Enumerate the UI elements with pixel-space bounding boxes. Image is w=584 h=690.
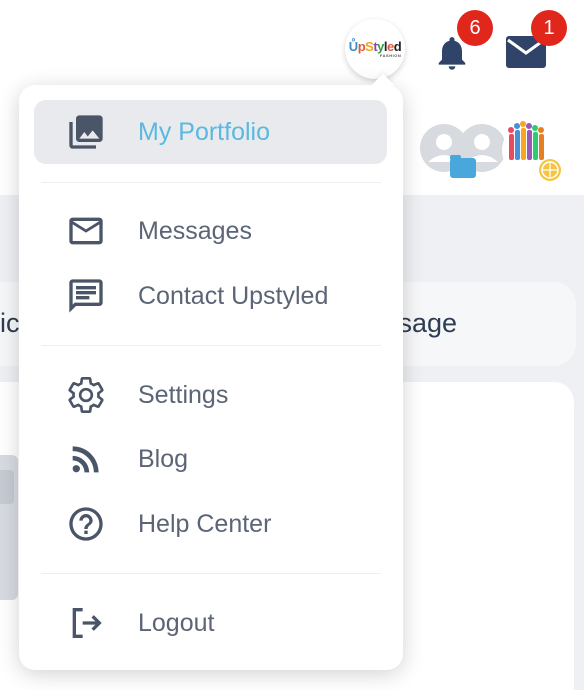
user-dropdown-menu: My Portfolio Messages Contact Upstyled S…: [19, 85, 403, 670]
background-text-fragment-left: ic: [0, 308, 20, 338]
brand-logo[interactable]: ŮpStyled FASHION: [345, 19, 405, 79]
help-circle-icon: [66, 504, 106, 544]
menu-divider: [41, 182, 381, 183]
rss-icon: [66, 439, 106, 479]
menu-item-messages[interactable]: Messages: [34, 199, 387, 263]
menu-divider: [41, 573, 381, 574]
notifications-badge: 6: [457, 10, 493, 46]
group-avatars[interactable]: [410, 118, 570, 184]
menu-item-my-portfolio[interactable]: My Portfolio: [34, 100, 387, 164]
logout-icon: [66, 603, 106, 643]
thumbnail-placeholder-bar: [0, 470, 14, 504]
menu-item-contact-upstyled[interactable]: Contact Upstyled: [34, 264, 387, 328]
menu-item-label: Help Center: [138, 509, 272, 538]
messages-badge: 1: [531, 10, 567, 46]
brand-logo-text: ŮpStyled FASHION: [348, 39, 402, 58]
chat-icon: [66, 276, 106, 316]
menu-item-label: My Portfolio: [138, 117, 270, 146]
gear-icon: [66, 375, 106, 415]
menu-item-label: Logout: [138, 608, 215, 637]
menu-item-blog[interactable]: Blog: [34, 427, 387, 491]
menu-item-label: Settings: [138, 380, 229, 409]
menu-item-label: Blog: [138, 444, 189, 473]
menu-item-label: Messages: [138, 216, 252, 245]
photo-library-icon: [66, 112, 106, 152]
menu-item-settings[interactable]: Settings: [34, 363, 387, 427]
menu-item-label: Contact Upstyled: [138, 281, 329, 310]
mail-outline-icon: [66, 211, 106, 251]
menu-item-logout[interactable]: Logout: [34, 591, 387, 655]
menu-divider: [41, 345, 381, 346]
menu-item-help-center[interactable]: Help Center: [34, 492, 387, 556]
brand-logo-subtext: FASHION: [379, 53, 402, 58]
